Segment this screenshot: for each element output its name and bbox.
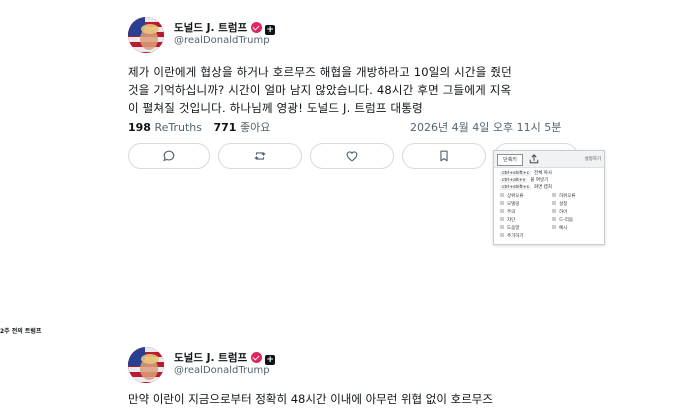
bookmark-button[interactable] [402, 143, 486, 169]
menu-cell[interactable]: 도움말 [500, 225, 519, 231]
menu-cell[interactable]: 설정 [552, 201, 567, 207]
retruths-count[interactable]: 198 [128, 121, 151, 134]
post-stats: 198 ReTruths 771 좋아요 [128, 119, 278, 135]
post-body-line: 제가 이란에게 협상을 하거나 호르무즈 해협을 개방하라고 10일의 시간을 … [128, 65, 512, 79]
reply-button[interactable] [128, 143, 210, 169]
menu-cell[interactable]: 주의 [500, 209, 515, 215]
menu-cell[interactable]: 드-리움 [552, 217, 573, 223]
follow-plus-icon[interactable]: + [265, 355, 276, 365]
menu-cell[interactable]: 하이 [552, 209, 567, 215]
post-body-line: 것을 기억하십니까? 시간이 얼마 남지 않았습니다. 48시간 후면 그들에게… [128, 83, 512, 97]
menu-cell-label: 드-리움 [559, 218, 574, 223]
author-name[interactable]: 도널드 J. 트럼프 + [174, 350, 276, 365]
avatar[interactable] [128, 17, 164, 53]
menu-cell[interactable]: 차단 [500, 217, 515, 223]
post-body: 제가 이란에게 협상을 하거나 호르무즈 해협을 개방하라고 10일의 시간을 … [128, 63, 588, 117]
menu-cell[interactable]: 예시 [552, 225, 567, 231]
post-body-line: 이 펼쳐질 것입니다. 하나님께 영광! 도널드 J. 트럼프 대통령 [128, 101, 423, 115]
shortcut-key: ctrl+shift+s [500, 185, 531, 190]
menu-item[interactable]: ctrl+shift+c 전체 복사 [500, 170, 552, 176]
menu-item-label: 붙 여넣기 [530, 178, 549, 183]
menu-cell[interactable]: 하위오류 [552, 193, 576, 199]
menu-cell-label: 예시 [559, 226, 568, 231]
shortcut-popup: 단축키 설정하기 ctrl+shift+c 전체 복사 ctrl+alt+v 붙 여… [493, 150, 605, 245]
likes-count[interactable]: 771 [214, 121, 237, 134]
author-name[interactable]: 도널드 J. 트럼프 + [174, 20, 276, 35]
post-timestamp[interactable]: 2026년 4월 4일 오후 11시 5분 [410, 119, 561, 135]
upload-icon[interactable] [528, 153, 540, 165]
author-handle[interactable]: @realDonaldTrump [174, 35, 270, 46]
menu-cell[interactable]: 상위오류 [500, 193, 524, 199]
menu-cell[interactable]: 추가하기 [500, 233, 524, 239]
reply-icon [163, 150, 175, 162]
shortcut-popup-header: 단축키 설정하기 [494, 151, 604, 168]
menu-cell-label: 주의 [507, 210, 516, 215]
author-name-text[interactable]: 도널드 J. 트럼프 [174, 22, 247, 34]
menu-item[interactable]: ctrl+alt+v 붙 여넣기 [500, 177, 548, 183]
avatar-image [128, 17, 164, 53]
menu-cell-label: 상위오류 [507, 194, 524, 199]
settings-link[interactable]: 설정하기 [584, 156, 601, 162]
tab-shortcuts[interactable]: 단축키 [497, 154, 523, 166]
menu-item[interactable]: ctrl+shift+s 화면 캡처 [500, 184, 552, 190]
like-button[interactable] [310, 143, 394, 169]
like-icon [346, 151, 358, 162]
avatar-image [128, 347, 164, 383]
menu-cell-label: 모델링 [507, 202, 520, 207]
section-label: 2주 전의 트럼프 [0, 328, 42, 335]
bookmark-icon [440, 150, 448, 162]
menu-cell-label: 하위오류 [559, 194, 576, 199]
likes-label[interactable]: 좋아요 [240, 121, 270, 134]
menu-cell-label: 설정 [559, 202, 568, 207]
shortcut-key: ctrl+shift+c [500, 171, 532, 176]
verified-icon [251, 352, 263, 363]
retruths-label[interactable]: ReTruths [154, 121, 202, 134]
retruth-button[interactable] [218, 143, 302, 169]
menu-cell[interactable]: 모델링 [500, 201, 519, 207]
menu-cell-label: 추가하기 [507, 234, 524, 239]
menu-item-label: 전체 복사 [534, 171, 553, 176]
author-handle[interactable]: @realDonaldTrump [174, 365, 270, 376]
menu-item-label: 화면 캡처 [533, 185, 552, 190]
retruth-icon [254, 152, 266, 160]
menu-cell-label: 하이 [559, 210, 568, 215]
author-name-text[interactable]: 도널드 J. 트럼프 [174, 352, 247, 364]
post-body-line: 만약 이란이 지금으로부터 정확히 48시간 이내에 아무런 위협 없이 호르무… [128, 392, 493, 406]
shortcut-key: ctrl+alt+v [500, 178, 528, 183]
menu-cell-label: 도움말 [507, 226, 520, 231]
avatar[interactable] [128, 347, 164, 383]
menu-cell-label: 차단 [507, 218, 516, 223]
follow-plus-icon[interactable]: + [265, 25, 276, 35]
verified-icon [251, 22, 263, 33]
